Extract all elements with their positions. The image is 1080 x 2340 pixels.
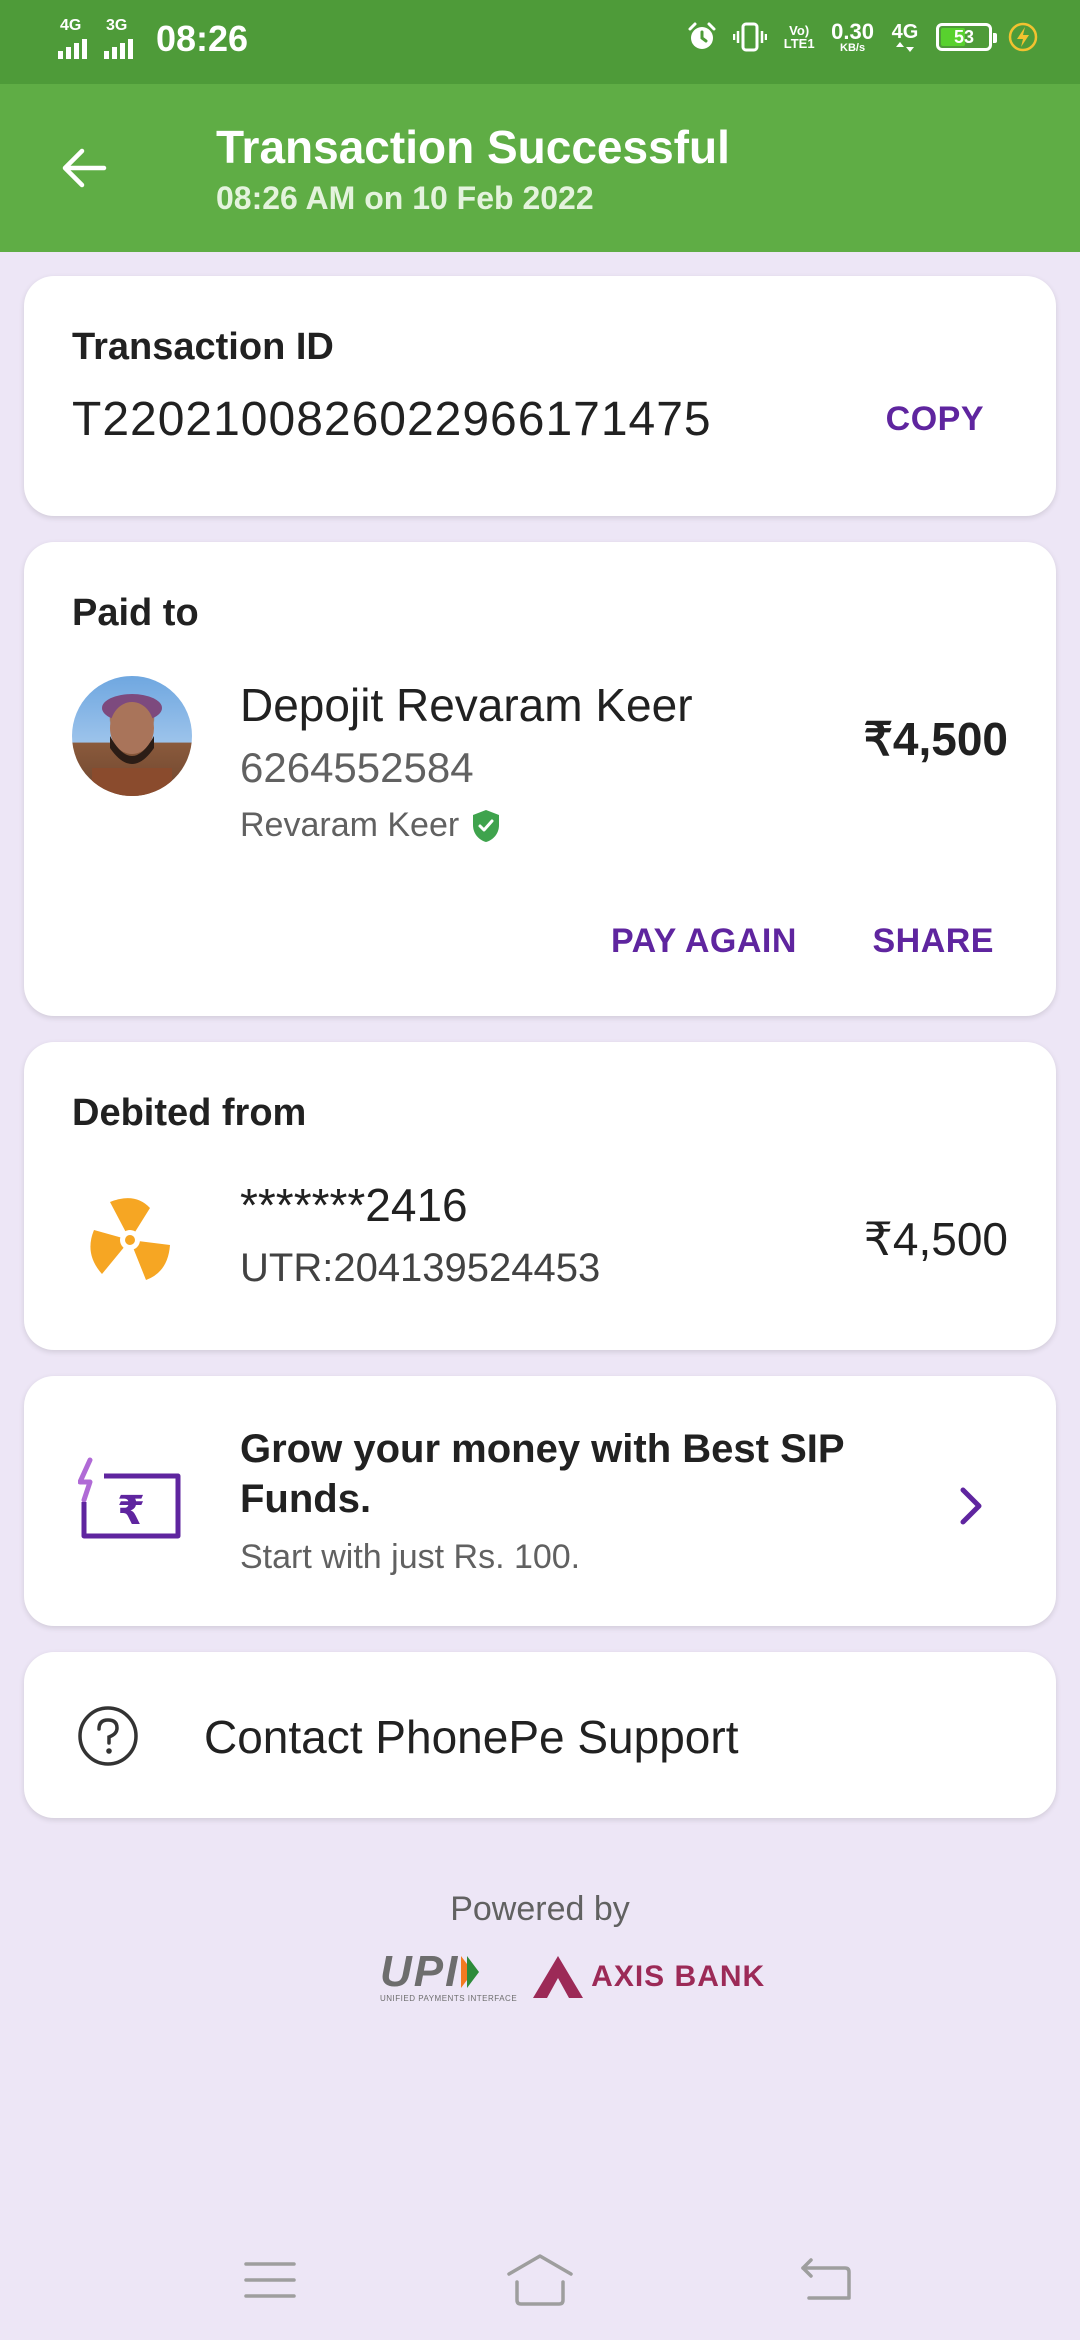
chevron-right-icon <box>960 1487 982 1525</box>
transaction-id-label: Transaction ID <box>72 326 334 368</box>
paid-to-card: Paid to Depojit Revaram Keer 6264552584 … <box>24 542 1056 1016</box>
debited-from-card: Debited from *******2416 UTR:20413952445… <box>24 1042 1056 1350</box>
menu-nav-button[interactable] <box>240 2250 300 2310</box>
partner-logos: UPI UNIFIED PAYMENTS INTERFACE AXIS BANK <box>380 1947 765 2004</box>
signal-icon-sim2: 3G <box>102 17 138 59</box>
back-nav-button[interactable] <box>795 2250 855 2310</box>
battery-indicator: 53 <box>936 23 997 51</box>
axis-bank-logo: AXIS BANK <box>531 1954 765 2000</box>
copy-button[interactable]: COPY <box>886 400 984 439</box>
contact-support-link[interactable]: Contact PhonePe Support <box>204 1710 738 1764</box>
support-card[interactable]: Contact PhonePe Support <box>24 1652 1056 1818</box>
upi-logo: UPI UNIFIED PAYMENTS INTERFACE <box>380 1947 518 2004</box>
paid-amount: ₹4,500 <box>863 713 1008 765</box>
share-button[interactable]: SHARE <box>872 922 994 961</box>
sip-rupee-icon: ₹ <box>77 1456 188 1546</box>
home-icon <box>507 2254 573 2306</box>
payee-name: Depojit Revaram Keer <box>240 679 693 731</box>
arrow-left-icon <box>62 148 107 188</box>
app-header: Transaction Successful 08:26 AM on 10 Fe… <box>0 84 1080 252</box>
utr-number: UTR:204139524453 <box>240 1246 601 1290</box>
payee-bank-name: Revaram Keer <box>240 806 501 845</box>
avatar <box>72 676 192 796</box>
back-button[interactable] <box>56 140 112 196</box>
debited-amount: ₹4,500 <box>863 1213 1008 1265</box>
volte-icon: Vo) LTE1 <box>783 23 815 51</box>
status-bar: 4G 3G 08:26 Vo) LTE1 0.30 KB/s 4G 53 <box>0 0 1080 84</box>
powered-by-text: Powered by <box>450 1890 630 1928</box>
charging-icon <box>1006 20 1040 54</box>
vibrate-icon <box>733 20 768 54</box>
pay-again-button[interactable]: PAY AGAIN <box>611 922 797 961</box>
transaction-timestamp: 08:26 AM on 10 Feb 2022 <box>216 180 594 216</box>
signal-icon-sim1: 4G <box>56 17 92 59</box>
page-title: Transaction Successful <box>216 121 730 173</box>
network-speed: 0.30 KB/s <box>831 18 874 54</box>
debited-from-label: Debited from <box>72 1092 307 1134</box>
sip-promo-card[interactable]: ₹ Grow your money with Best SIP Funds. S… <box>24 1376 1056 1626</box>
mobile-data-icon: 4G <box>888 20 922 54</box>
paid-to-label: Paid to <box>72 592 199 634</box>
clock: 08:26 <box>156 18 249 59</box>
payee-phone: 6264552584 <box>240 744 474 791</box>
help-circle-icon <box>76 1704 140 1768</box>
system-nav-bar <box>0 2220 1080 2340</box>
account-number: *******2416 <box>240 1179 468 1231</box>
promo-title: Grow your money with Best SIP Funds. <box>240 1427 844 1521</box>
back-nav-icon <box>801 2258 851 2300</box>
home-nav-button[interactable] <box>505 2250 575 2310</box>
verified-shield-icon <box>473 809 500 842</box>
icici-bank-icon <box>80 1190 180 1290</box>
transaction-id-value: T2202100826022966171475 <box>72 393 712 446</box>
menu-icon <box>244 2262 296 2298</box>
promo-subtitle: Start with just Rs. 100. <box>240 1538 581 1576</box>
alarm-icon <box>685 20 719 54</box>
svg-text:₹: ₹ <box>117 1488 145 1534</box>
transaction-id-card: Transaction ID T2202100826022966171475 C… <box>24 276 1056 516</box>
